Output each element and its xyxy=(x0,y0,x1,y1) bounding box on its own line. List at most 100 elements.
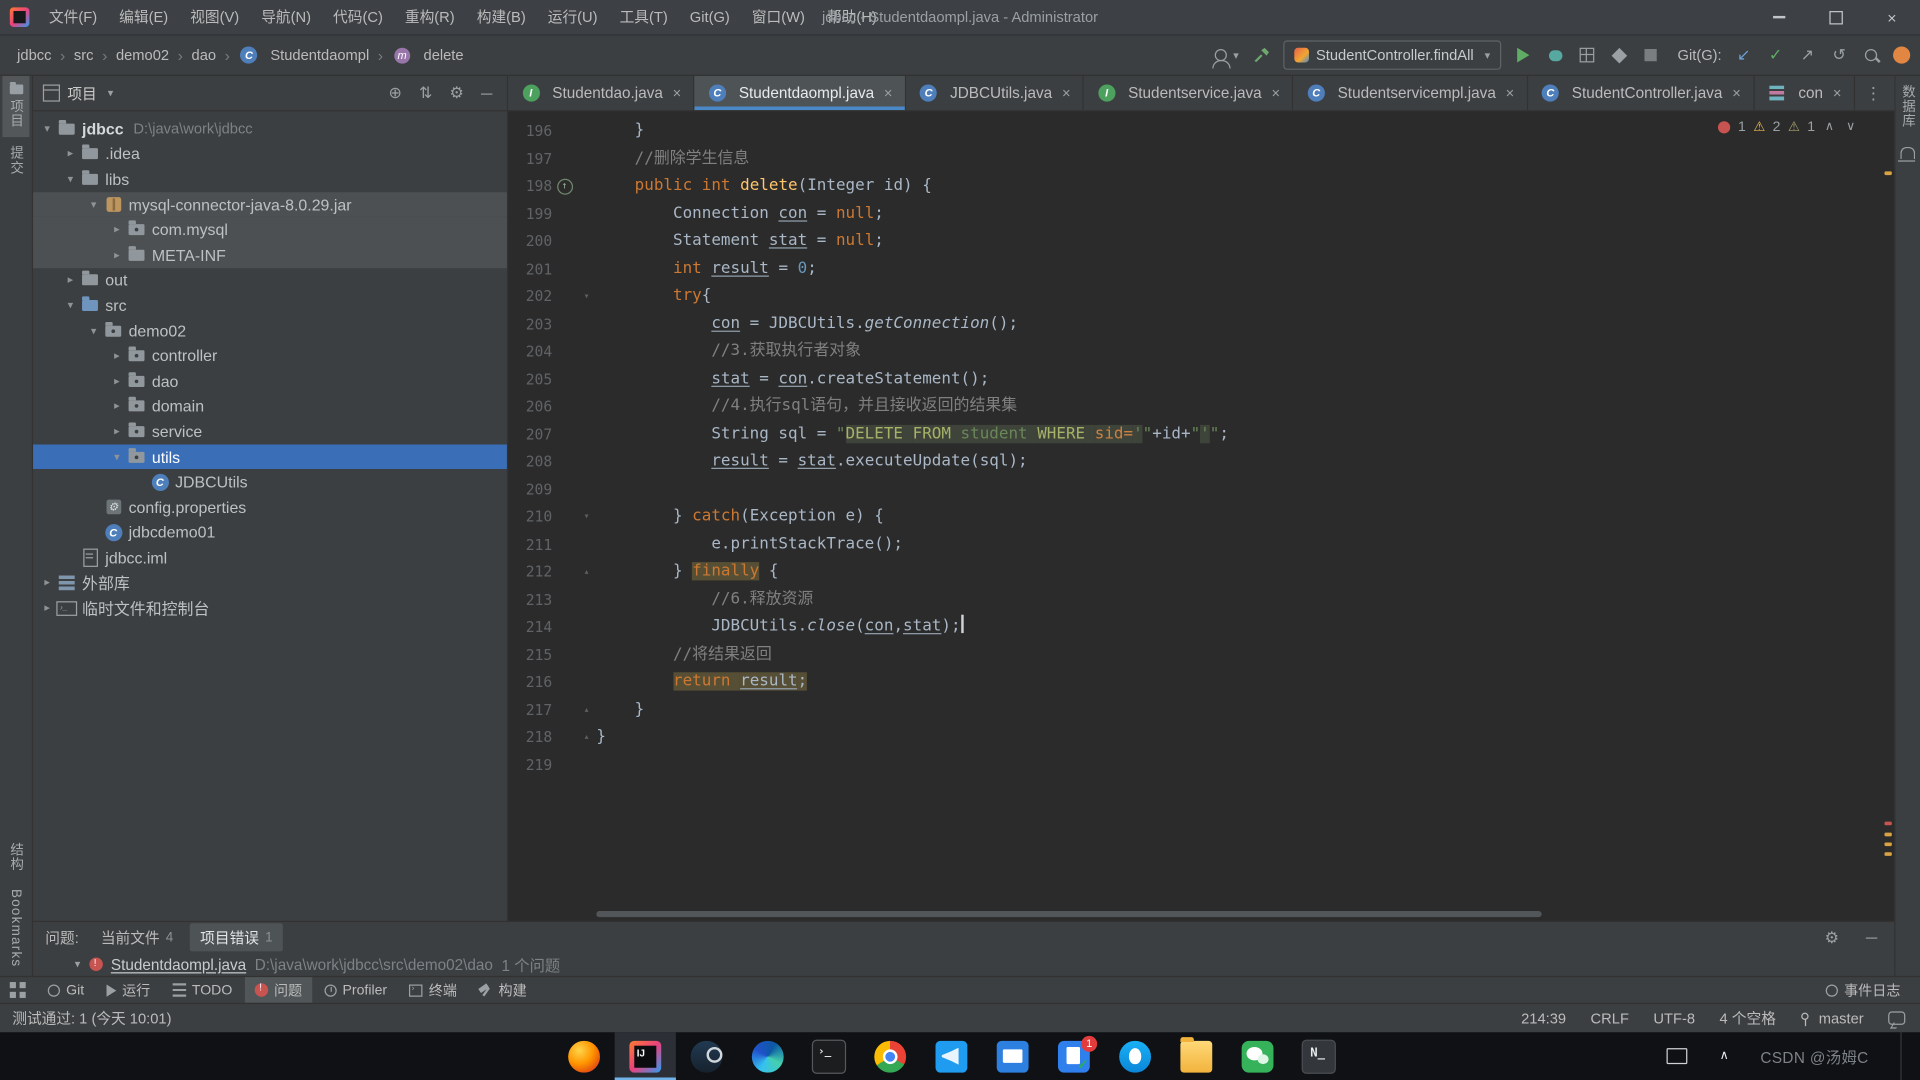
tab-close-icon[interactable]: × xyxy=(1506,84,1515,101)
breadcrumb-studentdaompl[interactable]: Studentdaompl xyxy=(239,45,369,65)
tab-StudentController.java[interactable]: StudentController.java × xyxy=(1528,75,1755,111)
task-view-icon[interactable] xyxy=(1666,1048,1688,1065)
taskbar-app-notepad[interactable] xyxy=(1288,1032,1349,1080)
fold-marker-icon[interactable]: ▴ xyxy=(577,696,597,724)
problem-row[interactable]: ▾ Studentdaompl.java D:\java\work\jdbcc\… xyxy=(33,953,1894,976)
code-line-203[interactable]: 203 con = JDBCUtils.getConnection(); xyxy=(508,310,1894,338)
tree-expand-icon[interactable]: ▸ xyxy=(108,400,126,413)
notifications-icon[interactable] xyxy=(1897,146,1916,162)
tree-expand-icon[interactable]: ▾ xyxy=(84,324,102,337)
menu-H[interactable]: 帮助(H) xyxy=(816,0,888,34)
project-panel-title[interactable]: 项目 xyxy=(67,83,96,104)
breadcrumb-demo02[interactable]: demo02 xyxy=(116,47,169,64)
tree-expand-icon[interactable]: ▸ xyxy=(38,576,56,589)
horizontal-scrollbar[interactable] xyxy=(596,911,1542,918)
toolwindow-Git[interactable]: Git xyxy=(38,977,94,1003)
fold-marker-icon[interactable]: ▾ xyxy=(577,503,597,531)
line-separator[interactable]: CRLF xyxy=(1591,1010,1629,1027)
code-line-219[interactable]: 219 xyxy=(508,751,1894,779)
code-line-198[interactable]: 198 ↑ public int delete(Integer id) { xyxy=(508,173,1894,201)
tree-item--[interactable]: ▸ 临时文件和控制台 xyxy=(33,595,507,620)
taskbar-app-tim[interactable] xyxy=(1104,1032,1165,1080)
problems-tab-当前文件[interactable]: 当前文件 4 xyxy=(91,923,183,951)
tool-button-database[interactable]: 数据库 xyxy=(1894,76,1920,137)
settings-icon[interactable]: ⚙ xyxy=(445,83,469,103)
tree-item-dao[interactable]: ▸ dao xyxy=(33,368,507,393)
fold-marker-icon[interactable]: ▾ xyxy=(577,283,597,311)
menu-E[interactable]: 编辑(E) xyxy=(108,0,179,34)
close-button[interactable]: × xyxy=(1864,0,1920,34)
tree-item-src[interactable]: ▾ src xyxy=(33,293,507,318)
menu-C[interactable]: 代码(C) xyxy=(322,0,394,34)
problems-settings-icon[interactable]: ⚙ xyxy=(1817,928,1846,948)
chevron-down-icon[interactable]: ▾ xyxy=(108,86,114,99)
taskbar-app-terminal[interactable] xyxy=(798,1032,859,1080)
toolwindow-构建[interactable]: 构建 xyxy=(469,977,536,1003)
toolwindow-运行[interactable]: 运行 xyxy=(96,977,160,1003)
taskbar-app-mail[interactable] xyxy=(982,1032,1043,1080)
error-stripe-mark[interactable] xyxy=(1884,842,1892,847)
menu-T[interactable]: 工具(T) xyxy=(609,0,679,34)
tray-expand-icon[interactable]: ∧ xyxy=(1720,1049,1729,1062)
tab-close-icon[interactable]: × xyxy=(1833,84,1842,101)
search-icon[interactable] xyxy=(1861,43,1881,67)
menu-GitG[interactable]: Git(G) xyxy=(679,0,741,34)
tool-button-bookmarks[interactable]: Bookmarks xyxy=(5,880,27,976)
tree-expand-icon[interactable]: ▸ xyxy=(108,349,126,362)
tool-button-commit[interactable]: 提交 xyxy=(2,137,29,184)
user-icon[interactable]: ▾ xyxy=(1211,43,1239,69)
tab-con[interactable]: con × xyxy=(1754,75,1855,111)
tree-expand-icon[interactable]: ▸ xyxy=(61,274,79,287)
code-line-215[interactable]: 215 //将结果返回 xyxy=(508,641,1894,669)
git-branch[interactable]: master xyxy=(1800,1010,1864,1027)
breadcrumb-src[interactable]: src xyxy=(74,47,94,64)
breadcrumb-delete[interactable]: delete xyxy=(392,45,464,65)
coverage-icon[interactable] xyxy=(1577,43,1597,67)
code-line-211[interactable]: 211 e.printStackTrace(); xyxy=(508,531,1894,559)
tree-expand-icon[interactable]: ▸ xyxy=(108,223,126,236)
menu-B[interactable]: 构建(B) xyxy=(466,0,537,34)
tree-item-com.mysql[interactable]: ▸ com.mysql xyxy=(33,217,507,243)
taskbar-app-explorer[interactable] xyxy=(1166,1032,1227,1080)
file-encoding[interactable]: UTF-8 xyxy=(1653,1010,1695,1027)
code-line-196[interactable]: 196 } xyxy=(508,118,1894,146)
inspections-widget[interactable]: 1 ⚠ 2 ⚠ 1 ∧ ∨ xyxy=(1718,119,1857,135)
run-button[interactable] xyxy=(1513,43,1533,67)
error-stripe-mark[interactable] xyxy=(1884,171,1892,176)
tree-item-mysql-connector-java-8.0.29.jar[interactable]: ▾ mysql-connector-java-8.0.29.jar xyxy=(33,191,507,218)
tree-item-config.properties[interactable]: config.properties xyxy=(33,495,507,520)
tab-close-icon[interactable]: × xyxy=(673,84,682,101)
tree-item-jdbcdemo01[interactable]: jdbcdemo01 xyxy=(33,520,507,545)
git-update-icon[interactable]: ↙ xyxy=(1734,43,1754,67)
git-push-icon[interactable]: ↗ xyxy=(1798,43,1818,67)
tree-expand-icon[interactable]: ▸ xyxy=(108,248,126,261)
code-line-199[interactable]: 199 Connection con = null; xyxy=(508,200,1894,228)
tree-expand-icon[interactable]: ▾ xyxy=(38,122,56,135)
tree-item-utils[interactable]: ▾ utils xyxy=(33,444,507,470)
tree-item-JDBCUtils[interactable]: JDBCUtils xyxy=(33,469,507,494)
problems-hide-icon[interactable]: ─ xyxy=(1859,928,1885,946)
indent-setting[interactable]: 4 个空格 xyxy=(1720,1008,1776,1029)
debug-icon[interactable] xyxy=(1545,43,1565,67)
tree-expand-icon[interactable]: ▾ xyxy=(61,173,79,186)
problems-tab-项目错误[interactable]: 项目错误 1 xyxy=(190,923,283,952)
error-stripe-mark[interactable] xyxy=(1884,821,1892,826)
code-line-197[interactable]: 197 //删除学生信息 xyxy=(508,145,1894,173)
tree-expand-icon[interactable]: ▸ xyxy=(108,374,126,387)
code-line-213[interactable]: 213 //6.释放资源 xyxy=(508,586,1894,614)
code-line-214[interactable]: 214 JDBCUtils.close(con,stat); xyxy=(508,613,1894,641)
tree-expand-icon[interactable]: ▸ xyxy=(38,601,56,614)
toolwindow-eventlog[interactable]: 事件日志 xyxy=(1816,977,1910,1003)
code-editor[interactable]: 196 } 197 //删除学生信息 198 ↑ public int delete(… xyxy=(508,111,1895,921)
code-line-208[interactable]: 208 result = stat.executeUpdate(sql); xyxy=(508,448,1894,476)
caret-position[interactable]: 214:39 xyxy=(1521,1010,1566,1027)
notifications-bubble-icon[interactable] xyxy=(1888,1011,1906,1025)
tab-Studentdao.java[interactable]: Studentdao.java × xyxy=(508,75,695,111)
tab-close-icon[interactable]: × xyxy=(1271,84,1280,101)
tree-item-jdbcc.iml[interactable]: jdbcc.iml xyxy=(33,545,507,570)
tree-item-domain[interactable]: ▸ domain xyxy=(33,394,507,419)
problem-file[interactable]: Studentdaompl.java xyxy=(111,956,246,973)
code-line-217[interactable]: 217 ▴ } xyxy=(508,696,1894,724)
taskbar-app-steam[interactable] xyxy=(676,1032,737,1080)
tree-item-demo02[interactable]: ▾ demo02 xyxy=(33,318,507,343)
